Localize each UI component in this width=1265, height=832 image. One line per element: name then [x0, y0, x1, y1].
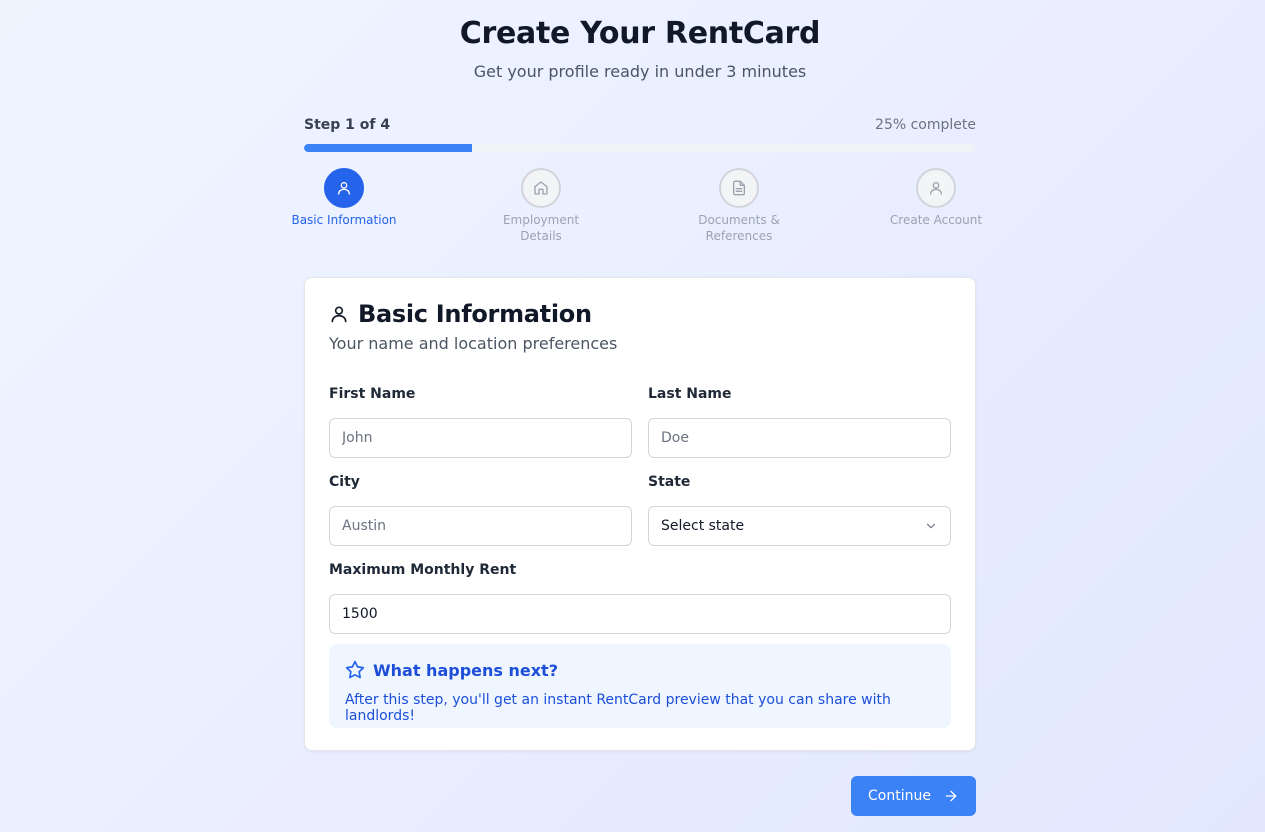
percent-complete: 25% complete: [875, 117, 976, 133]
city-field: City: [329, 472, 632, 546]
step-documents-references[interactable]: Documents & References: [679, 168, 799, 244]
stepper: Basic Information Employment Details Doc…: [291, 168, 982, 248]
arrow-right-icon: [943, 788, 959, 804]
star-icon: [345, 660, 365, 680]
user-icon: [324, 168, 364, 208]
last-name-input[interactable]: [648, 418, 951, 458]
home-icon: [521, 168, 561, 208]
page-subtitle: Get your profile ready in under 3 minute…: [473, 62, 807, 81]
max-rent-label: Maximum Monthly Rent: [329, 562, 517, 578]
card-header: Basic Information: [329, 300, 592, 328]
card-title: Basic Information: [358, 300, 592, 328]
step-counter: Step 1 of 4: [304, 117, 391, 133]
basic-information-card: Basic Information Your name and location…: [304, 277, 976, 751]
progress-header: Step 1 of 4 25% complete: [304, 117, 976, 133]
state-select[interactable]: Select state: [648, 506, 951, 546]
max-rent-field: Maximum Monthly Rent: [329, 560, 951, 634]
last-name-label: Last Name: [648, 386, 732, 402]
first-name-field: First Name: [329, 384, 632, 458]
continue-label: Continue: [868, 788, 931, 804]
callout-text: After this step, you'll get an instant R…: [345, 692, 891, 724]
callout-header: What happens next?: [345, 660, 558, 680]
user-icon: [916, 168, 956, 208]
step-label: Create Account: [889, 213, 983, 227]
step-label: Basic Information: [291, 213, 397, 227]
first-name-label: First Name: [329, 386, 416, 402]
last-name-field: Last Name: [648, 384, 951, 458]
first-name-input[interactable]: [329, 418, 632, 458]
next-steps-callout: What happens next? After this step, you'…: [329, 644, 951, 728]
page-title: Create Your RentCard: [459, 16, 821, 51]
card-subtitle: Your name and location preferences: [329, 334, 618, 353]
chevron-down-icon: [924, 519, 938, 533]
progress-bar-fill: [304, 144, 472, 152]
step-basic-information[interactable]: Basic Information: [284, 168, 404, 228]
user-icon: [329, 304, 349, 324]
step-label: Documents & References: [698, 213, 780, 243]
progress-bar: [304, 144, 976, 152]
city-input[interactable]: [329, 506, 632, 546]
state-field: State Select state: [648, 472, 951, 546]
step-label: Employment Details: [502, 213, 580, 243]
callout-title: What happens next?: [373, 660, 558, 680]
state-select-value: Select state: [661, 518, 745, 534]
step-create-account[interactable]: Create Account: [876, 168, 996, 228]
max-rent-input[interactable]: [329, 594, 951, 634]
continue-button[interactable]: Continue: [851, 776, 976, 816]
step-employment-details[interactable]: Employment Details: [481, 168, 601, 244]
city-label: City: [329, 474, 360, 490]
document-icon: [719, 168, 759, 208]
state-label: State: [648, 474, 691, 490]
